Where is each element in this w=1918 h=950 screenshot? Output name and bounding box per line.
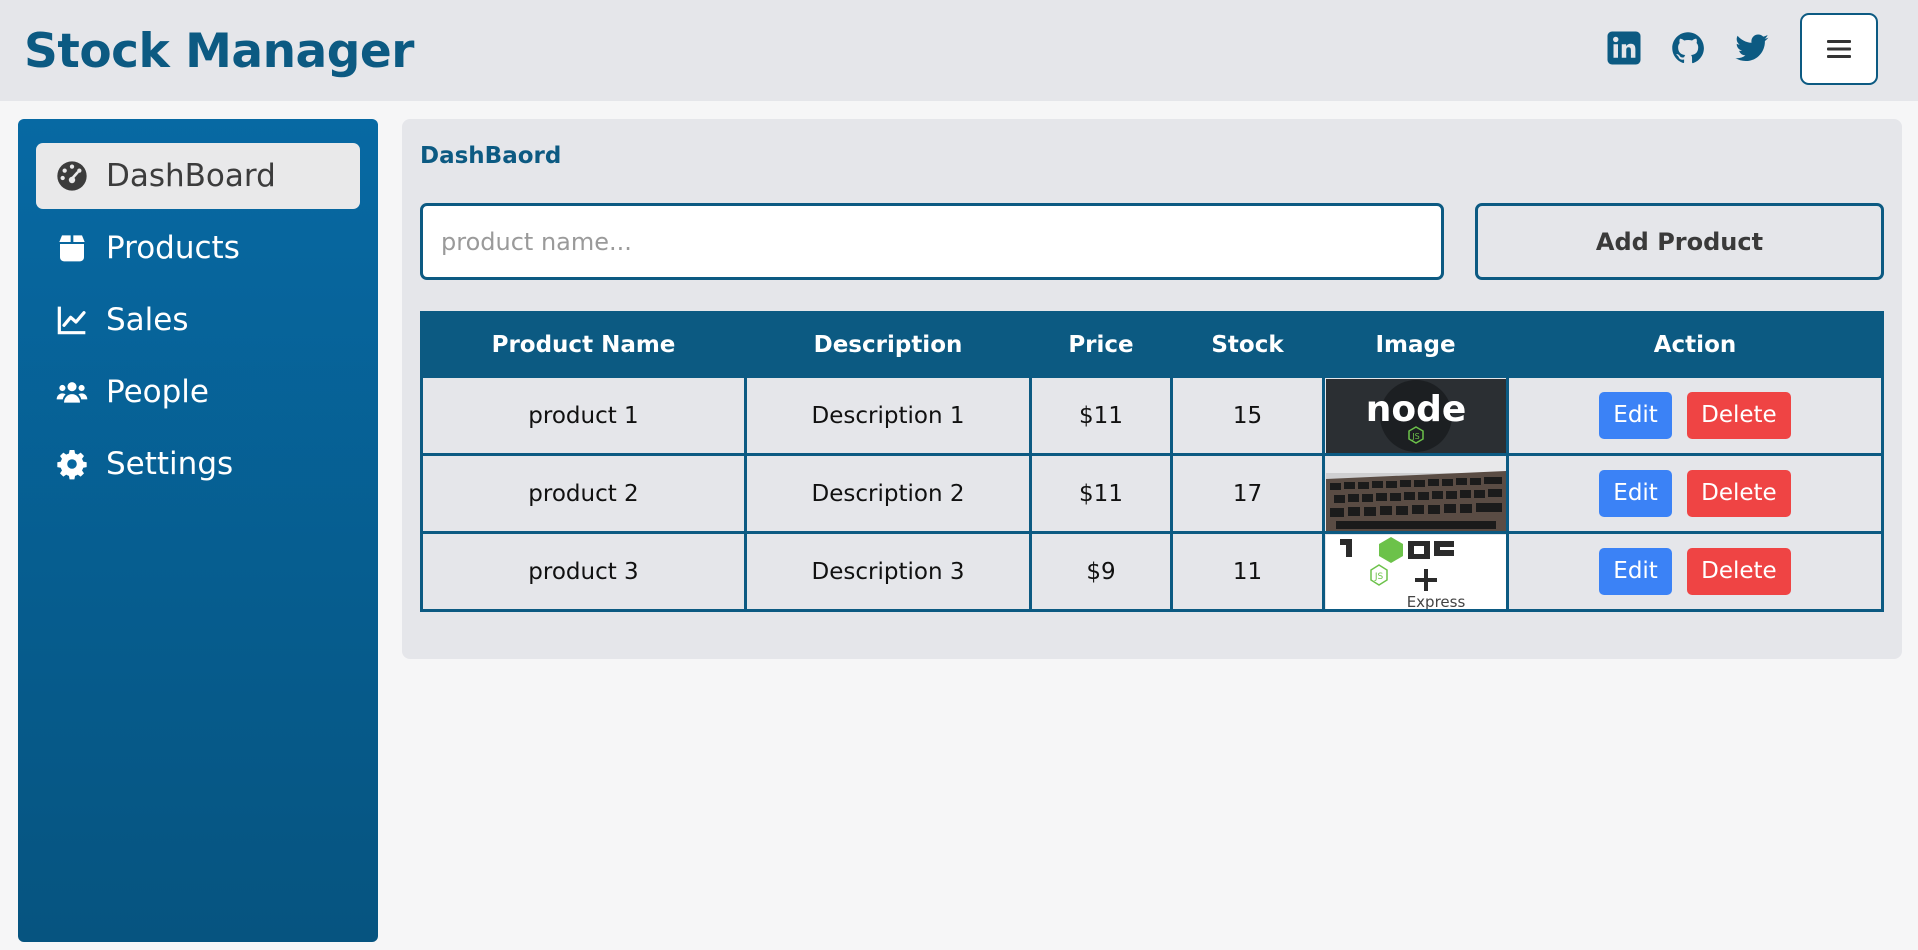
table-row: product 2 Description 2 $11 17 Edit Dele… bbox=[420, 453, 1884, 534]
product-image-node-express-logo: JS Express bbox=[1325, 534, 1506, 609]
cell-product-name: product 1 bbox=[420, 375, 747, 456]
cell-stock: 15 bbox=[1170, 375, 1325, 456]
delete-button[interactable]: Delete bbox=[1687, 548, 1791, 595]
sidebar-item-label: Settings bbox=[106, 446, 234, 482]
cell-actions: Edit Delete bbox=[1506, 375, 1884, 456]
sidebar-item-products[interactable]: Products bbox=[36, 215, 360, 281]
add-product-button[interactable]: Add Product bbox=[1475, 203, 1884, 280]
svg-text:JS: JS bbox=[1373, 572, 1383, 582]
dashboard-panel: DashBaord Add Product Product Name Descr… bbox=[402, 119, 1902, 659]
breadcrumb: DashBaord bbox=[420, 143, 562, 169]
cell-actions: Edit Delete bbox=[1506, 531, 1884, 612]
svg-text:JS: JS bbox=[1411, 432, 1419, 441]
menu-button[interactable] bbox=[1800, 13, 1878, 85]
sidebar: DashBoard Products Sales People Settings bbox=[18, 119, 378, 942]
product-name-input[interactable] bbox=[420, 203, 1444, 280]
cell-image: node JS bbox=[1322, 375, 1509, 456]
cell-price: $11 bbox=[1029, 453, 1173, 534]
sidebar-item-people[interactable]: People bbox=[36, 359, 360, 425]
col-header-description: Description bbox=[744, 311, 1032, 378]
sidebar-item-label: People bbox=[106, 374, 209, 410]
cell-image bbox=[1322, 453, 1509, 534]
col-header-image: Image bbox=[1322, 311, 1509, 378]
sidebar-item-settings[interactable]: Settings bbox=[36, 431, 360, 497]
cell-description: Description 3 bbox=[744, 531, 1032, 612]
image-text: Express bbox=[1406, 593, 1465, 609]
sidebar-item-label: DashBoard bbox=[106, 158, 276, 194]
product-image-node-logo: node JS bbox=[1325, 378, 1506, 453]
sidebar-item-dashboard[interactable]: DashBoard bbox=[36, 143, 360, 209]
sidebar-item-label: Products bbox=[106, 230, 240, 266]
twitter-icon[interactable] bbox=[1734, 30, 1770, 66]
cell-image: JS Express bbox=[1322, 531, 1509, 612]
cell-price: $9 bbox=[1029, 531, 1173, 612]
col-header-product-name: Product Name bbox=[420, 311, 747, 378]
table-header-row: Product Name Description Price Stock Ima… bbox=[420, 311, 1884, 378]
cell-product-name: product 3 bbox=[420, 531, 747, 612]
table-row: product 3 Description 3 $9 11 JS Express… bbox=[420, 531, 1884, 612]
cell-stock: 11 bbox=[1170, 531, 1325, 612]
product-image-keyboard-photo bbox=[1325, 456, 1506, 531]
cell-actions: Edit Delete bbox=[1506, 453, 1884, 534]
cell-description: Description 2 bbox=[744, 453, 1032, 534]
users-icon bbox=[54, 374, 90, 410]
gear-icon bbox=[54, 446, 90, 482]
app-header: Stock Manager bbox=[0, 0, 1918, 101]
delete-button[interactable]: Delete bbox=[1687, 470, 1791, 517]
cell-price: $11 bbox=[1029, 375, 1173, 456]
dashboard-gauge-icon bbox=[54, 158, 90, 194]
sidebar-item-label: Sales bbox=[106, 302, 189, 338]
col-header-action: Action bbox=[1506, 311, 1884, 378]
cell-product-name: product 2 bbox=[420, 453, 747, 534]
col-header-price: Price bbox=[1029, 311, 1173, 378]
box-icon bbox=[54, 230, 90, 266]
app-brand: Stock Manager bbox=[24, 24, 414, 79]
line-chart-icon bbox=[54, 302, 90, 338]
products-table: Product Name Description Price Stock Ima… bbox=[420, 311, 1884, 612]
edit-button[interactable]: Edit bbox=[1599, 548, 1672, 595]
edit-button[interactable]: Edit bbox=[1599, 392, 1672, 439]
linkedin-icon[interactable] bbox=[1606, 30, 1642, 66]
cell-stock: 17 bbox=[1170, 453, 1325, 534]
table-row: product 1 Description 1 $11 15 node JS E… bbox=[420, 375, 1884, 456]
col-header-stock: Stock bbox=[1170, 311, 1325, 378]
hamburger-menu-icon bbox=[1827, 40, 1851, 58]
image-text: node bbox=[1365, 389, 1466, 430]
edit-button[interactable]: Edit bbox=[1599, 470, 1672, 517]
delete-button[interactable]: Delete bbox=[1687, 392, 1791, 439]
cell-description: Description 1 bbox=[744, 375, 1032, 456]
github-icon[interactable] bbox=[1670, 30, 1706, 66]
sidebar-item-sales[interactable]: Sales bbox=[36, 287, 360, 353]
